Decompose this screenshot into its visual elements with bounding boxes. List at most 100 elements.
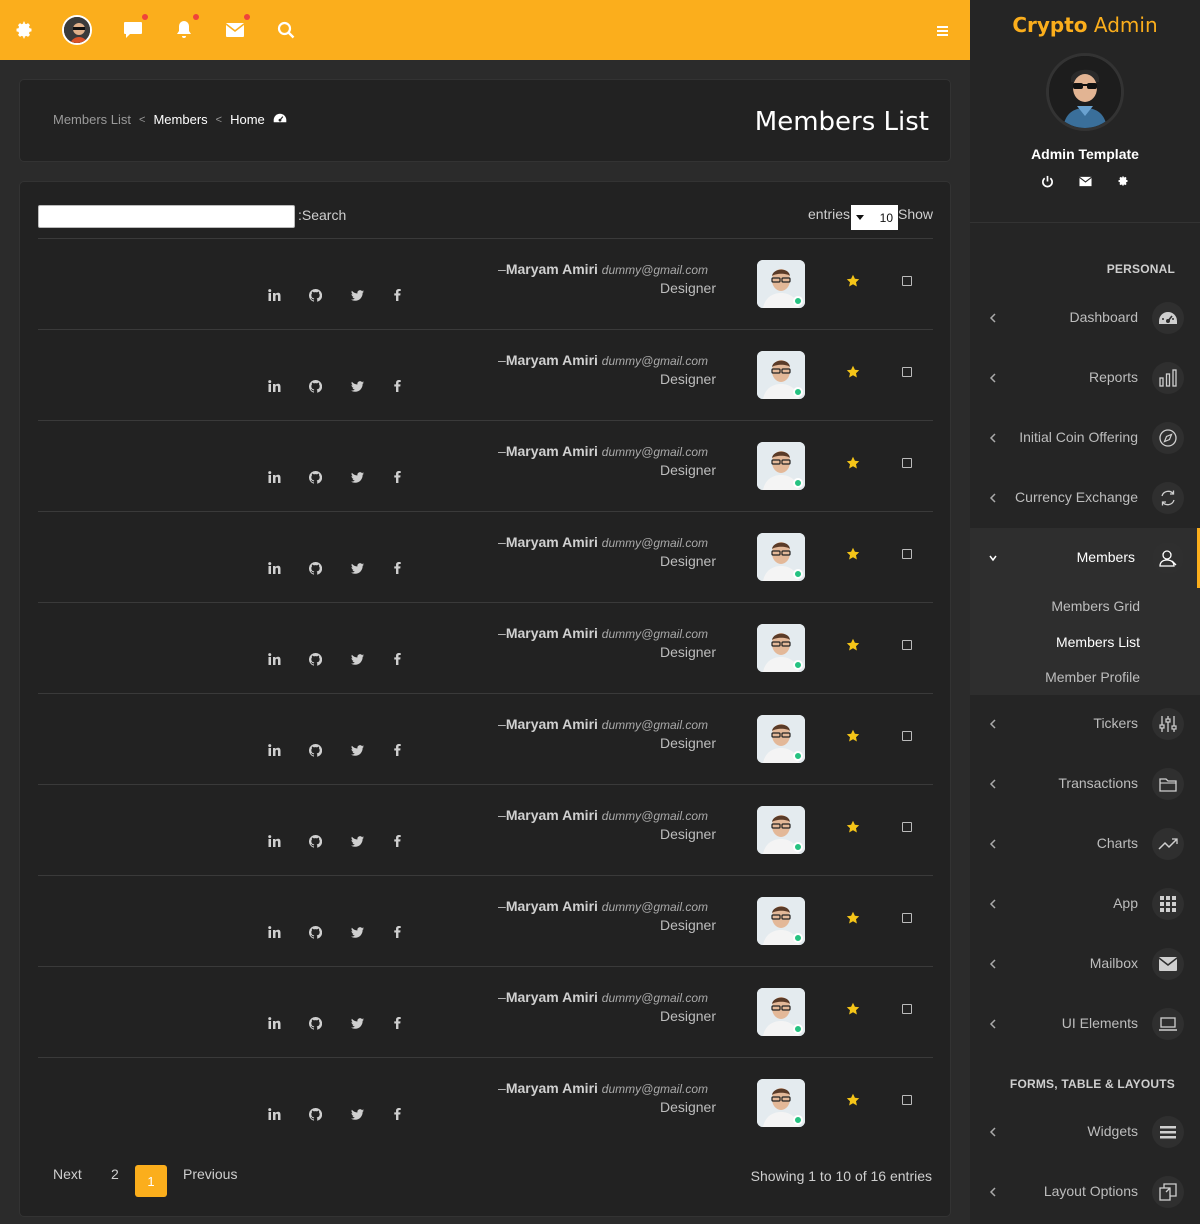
twitter-icon[interactable] [349, 378, 365, 394]
github-icon[interactable] [307, 742, 323, 758]
bell-icon[interactable] [172, 14, 199, 42]
twitter-icon[interactable] [349, 1015, 365, 1031]
facebook-icon[interactable] [389, 1106, 405, 1122]
github-icon[interactable] [307, 378, 323, 394]
row-checkbox[interactable] [902, 458, 912, 468]
member-avatar[interactable] [757, 351, 805, 399]
row-checkbox[interactable] [902, 367, 912, 377]
facebook-icon[interactable] [389, 287, 405, 303]
row-checkbox[interactable] [902, 549, 912, 559]
sidebar-item-ico[interactable]: Initial Coin Offering [970, 408, 1200, 468]
github-icon[interactable] [307, 469, 323, 485]
member-avatar[interactable] [757, 715, 805, 763]
member-email[interactable]: dummy@gmail.com [602, 627, 708, 641]
submenu-member-profile[interactable]: Member Profile [1045, 669, 1140, 685]
facebook-icon[interactable] [389, 924, 405, 940]
gear-icon[interactable] [12, 18, 36, 42]
row-checkbox[interactable] [902, 1004, 912, 1014]
star-icon[interactable] [846, 456, 860, 470]
submenu-members-grid[interactable]: Members Grid [1051, 598, 1140, 614]
star-icon[interactable] [846, 274, 860, 288]
star-icon[interactable] [846, 1093, 860, 1107]
star-icon[interactable] [846, 911, 860, 925]
search-icon[interactable] [274, 18, 298, 42]
member-email[interactable]: dummy@gmail.com [602, 991, 708, 1005]
github-icon[interactable] [307, 560, 323, 576]
member-email[interactable]: dummy@gmail.com [602, 718, 708, 732]
hamburger-icon[interactable] [932, 22, 952, 40]
member-email[interactable]: dummy@gmail.com [602, 1082, 708, 1096]
sidebar-item-reports[interactable]: Reports [970, 348, 1200, 408]
gear-icon[interactable] [1116, 174, 1130, 188]
member-name[interactable]: Maryam Amiri [506, 625, 598, 641]
linkedin-icon[interactable] [266, 287, 282, 303]
linkedin-icon[interactable] [266, 1106, 282, 1122]
sidebar-item-charts[interactable]: Charts [970, 814, 1200, 874]
member-name[interactable]: Maryam Amiri [506, 716, 598, 732]
member-email[interactable]: dummy@gmail.com [602, 263, 708, 277]
profile-avatar[interactable] [1046, 53, 1124, 131]
member-avatar[interactable] [757, 897, 805, 945]
sidebar-item-app[interactable]: App [970, 874, 1200, 934]
star-icon[interactable] [846, 365, 860, 379]
member-avatar[interactable] [757, 806, 805, 854]
github-icon[interactable] [307, 1106, 323, 1122]
member-name[interactable]: Maryam Amiri [506, 807, 598, 823]
member-name[interactable]: Maryam Amiri [506, 989, 598, 1005]
member-avatar[interactable] [757, 533, 805, 581]
twitter-icon[interactable] [349, 1106, 365, 1122]
facebook-icon[interactable] [389, 560, 405, 576]
mail-icon[interactable] [1078, 174, 1092, 188]
sidebar-item-dashboard[interactable]: Dashboard [970, 288, 1200, 348]
twitter-icon[interactable] [349, 833, 365, 849]
linkedin-icon[interactable] [266, 924, 282, 940]
sidebar-item-widgets[interactable]: Widgets [970, 1102, 1200, 1162]
sidebar-item-members[interactable]: Members [970, 528, 1200, 588]
linkedin-icon[interactable] [266, 378, 282, 394]
linkedin-icon[interactable] [266, 742, 282, 758]
linkedin-icon[interactable] [266, 833, 282, 849]
facebook-icon[interactable] [389, 651, 405, 667]
facebook-icon[interactable] [389, 833, 405, 849]
member-email[interactable]: dummy@gmail.com [602, 536, 708, 550]
linkedin-icon[interactable] [266, 560, 282, 576]
facebook-icon[interactable] [389, 1015, 405, 1031]
breadcrumb-home[interactable]: Home [230, 112, 265, 127]
facebook-icon[interactable] [389, 742, 405, 758]
row-checkbox[interactable] [902, 731, 912, 741]
row-checkbox[interactable] [902, 276, 912, 286]
member-email[interactable]: dummy@gmail.com [602, 809, 708, 823]
pagination-next[interactable]: Next [53, 1166, 82, 1182]
page-length-select[interactable]: 10 [851, 205, 898, 230]
twitter-icon[interactable] [349, 287, 365, 303]
row-checkbox[interactable] [902, 913, 912, 923]
twitter-icon[interactable] [349, 742, 365, 758]
mail-icon[interactable] [223, 14, 250, 42]
linkedin-icon[interactable] [266, 1015, 282, 1031]
linkedin-icon[interactable] [266, 469, 282, 485]
twitter-icon[interactable] [349, 651, 365, 667]
pagination-previous[interactable]: Previous [183, 1166, 237, 1182]
github-icon[interactable] [307, 287, 323, 303]
sidebar-item-currency-exchange[interactable]: Currency Exchange [970, 468, 1200, 528]
star-icon[interactable] [846, 1002, 860, 1016]
github-icon[interactable] [307, 1015, 323, 1031]
member-avatar[interactable] [757, 442, 805, 490]
breadcrumb-members[interactable]: Members [153, 112, 207, 127]
linkedin-icon[interactable] [266, 651, 282, 667]
sidebar-item-layout-options[interactable]: Layout Options [970, 1162, 1200, 1222]
row-checkbox[interactable] [902, 1095, 912, 1105]
row-checkbox[interactable] [902, 822, 912, 832]
star-icon[interactable] [846, 820, 860, 834]
member-name[interactable]: Maryam Amiri [506, 534, 598, 550]
twitter-icon[interactable] [349, 560, 365, 576]
pagination-page-2[interactable]: 2 [111, 1166, 119, 1182]
facebook-icon[interactable] [389, 469, 405, 485]
member-email[interactable]: dummy@gmail.com [602, 354, 708, 368]
member-name[interactable]: Maryam Amiri [506, 261, 598, 277]
pagination-page-1[interactable]: 1 [135, 1165, 167, 1197]
sidebar-item-mailbox[interactable]: Mailbox [970, 934, 1200, 994]
github-icon[interactable] [307, 833, 323, 849]
search-input[interactable] [38, 205, 295, 228]
sidebar-item-tickers[interactable]: Tickers [970, 694, 1200, 754]
